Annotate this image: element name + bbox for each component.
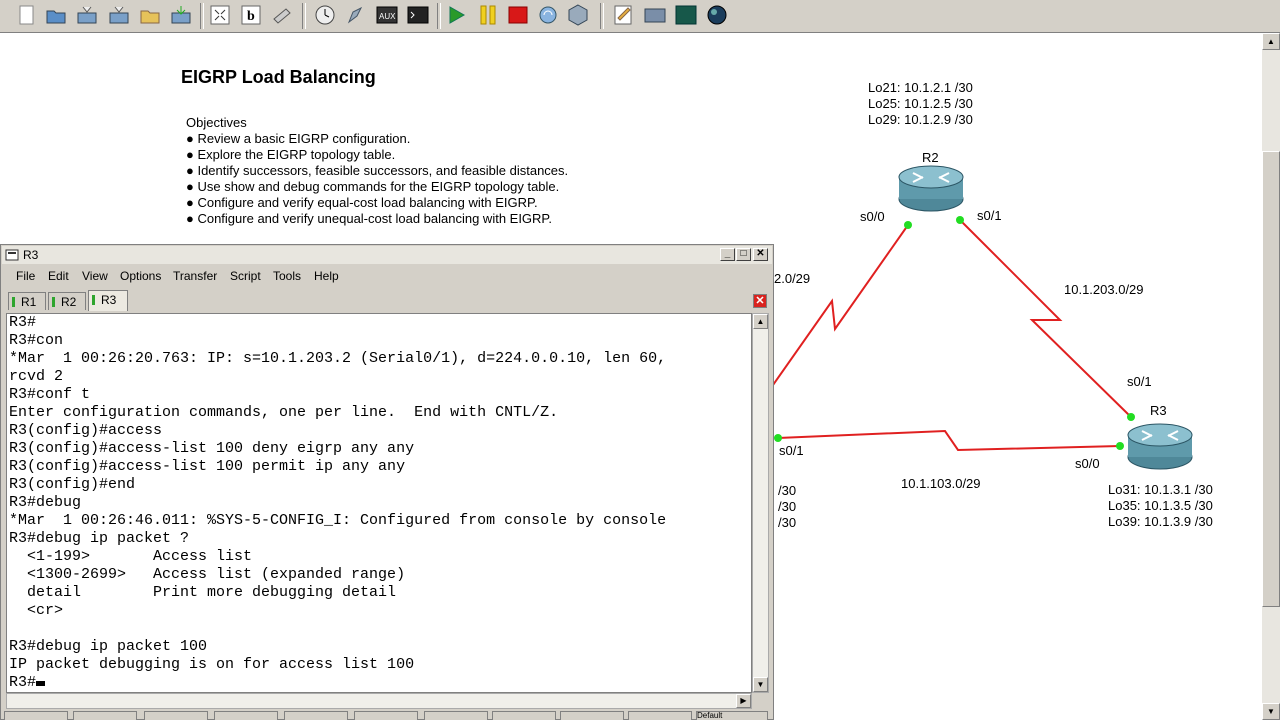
tab-r3[interactable]: R3	[88, 290, 128, 311]
port-r1-s01	[774, 434, 782, 442]
edit-icon[interactable]	[612, 3, 636, 27]
terminal-vertical-scrollbar[interactable]: ▲ ▼	[752, 313, 769, 693]
minimize-button[interactable]: _	[720, 248, 735, 261]
r1-loopbacks-partial: /30 /30 /30	[778, 483, 797, 530]
port-r3-s01	[1127, 413, 1135, 421]
menu-options[interactable]: Options	[120, 269, 161, 283]
link-r1-r3-label: 10.1.103.0/29	[901, 476, 981, 491]
terminal-title: R3	[23, 248, 39, 262]
terminal-horizontal-scrollbar[interactable]: ▶	[6, 693, 752, 709]
stop-icon[interactable]	[506, 3, 530, 27]
link-r1-r2	[772, 224, 909, 386]
virtualbox-icon[interactable]	[566, 3, 590, 27]
r1-s01-label: s0/1	[779, 443, 804, 458]
menu-tools[interactable]: Tools	[273, 269, 301, 283]
open-icon[interactable]	[44, 3, 68, 27]
r3-loopbacks: Lo31: 10.1.3.1 /30 Lo35: 10.1.3.5 /30 Lo…	[1108, 482, 1213, 529]
scroll-down-icon[interactable]: ▼	[1262, 703, 1280, 720]
menu-help[interactable]: Help	[314, 269, 339, 283]
console-icon[interactable]	[406, 3, 430, 27]
svg-text:b: b	[247, 9, 255, 24]
note-icon[interactable]	[270, 3, 294, 27]
port-r2-s01	[956, 216, 964, 224]
menu-view[interactable]: View	[82, 269, 108, 283]
terminal-text: R3# R3#con *Mar 1 00:26:20.763: IP: s=10…	[9, 314, 667, 691]
r2-s00-label: s0/0	[860, 209, 885, 224]
scroll-thumb[interactable]	[1262, 151, 1280, 607]
aux-label: AUX	[379, 12, 396, 21]
status-default: Default	[696, 711, 768, 720]
save-as-icon[interactable]	[107, 3, 131, 27]
r2-name: R2	[922, 150, 939, 165]
menu-script[interactable]: Script	[230, 269, 261, 283]
session-status-icon	[12, 297, 15, 307]
menu-file[interactable]: File	[16, 269, 35, 283]
start-icon[interactable]	[444, 3, 468, 27]
scroll-up-icon[interactable]: ▲	[1262, 33, 1280, 50]
session-status-icon	[92, 295, 95, 305]
router-r2-icon	[898, 165, 964, 212]
menu-edit[interactable]: Edit	[48, 269, 69, 283]
maximize-button[interactable]: □	[736, 248, 751, 261]
terminal-window[interactable]: R3 _ □ ✕ File Edit View Options Transfer…	[0, 244, 774, 720]
tab-r1[interactable]: R1	[8, 292, 46, 310]
router-r3-icon	[1127, 423, 1193, 470]
terminal-output[interactable]: R3# R3#con *Mar 1 00:26:20.763: IP: s=10…	[6, 313, 752, 693]
r2-loopbacks: Lo21: 10.1.2.1 /30 Lo25: 10.1.2.5 /30 Lo…	[868, 80, 973, 127]
pause-icon[interactable]	[476, 3, 500, 27]
terminal-menubar: File Edit View Options Transfer Script T…	[2, 266, 772, 286]
open-folder-icon[interactable]	[138, 3, 162, 27]
session-tabs: R1 R2 R3	[2, 290, 772, 312]
r3-s01-label: s0/1	[1127, 374, 1152, 389]
aux-icon[interactable]: AUX	[375, 3, 399, 27]
snapshot-icon[interactable]	[208, 3, 232, 27]
terminal-icon[interactable]	[674, 3, 698, 27]
terminal-prompt: R3#	[9, 674, 37, 691]
terminal-app-icon	[5, 249, 19, 261]
clock-icon[interactable]	[313, 3, 337, 27]
session-status-icon	[52, 297, 55, 307]
terminal-titlebar[interactable]: R3 _ □ ✕	[2, 246, 772, 264]
scroll-right-icon[interactable]: ▶	[736, 694, 751, 708]
reload-icon[interactable]	[536, 3, 560, 27]
link-r2-r3-label: 10.1.203.0/29	[1064, 282, 1144, 297]
scroll-up-icon[interactable]: ▲	[753, 314, 768, 329]
terminal-statusbar: Default	[2, 711, 772, 720]
globe-icon[interactable]	[705, 3, 729, 27]
save-icon[interactable]	[75, 3, 99, 27]
export-icon[interactable]	[169, 3, 193, 27]
link-r2-r3	[959, 219, 1132, 418]
port-r3-s00	[1116, 442, 1124, 450]
canvas-vertical-scrollbar[interactable]: ▲ ▼	[1262, 33, 1280, 720]
text-cursor	[36, 681, 46, 686]
label-icon[interactable]: b	[239, 3, 263, 27]
close-tab-icon[interactable]: ✕	[753, 294, 767, 308]
r3-s00-label: s0/0	[1075, 456, 1100, 471]
scroll-down-icon[interactable]: ▼	[753, 677, 768, 692]
r3-name: R3	[1150, 403, 1167, 418]
new-icon[interactable]	[14, 3, 38, 27]
tab-r2[interactable]: R2	[48, 292, 86, 310]
link-r1-r2-label: 2.0/29	[774, 271, 811, 286]
r2-s01-label: s0/1	[977, 208, 1002, 223]
main-toolbar: b AUX	[0, 0, 1280, 33]
menu-transfer[interactable]: Transfer	[173, 269, 217, 283]
link-r1-r3	[777, 429, 1121, 452]
rocket-icon[interactable]	[344, 3, 368, 27]
close-button[interactable]: ✕	[753, 248, 768, 261]
screenshot-icon[interactable]	[643, 3, 667, 27]
port-r2-s00	[904, 221, 912, 229]
